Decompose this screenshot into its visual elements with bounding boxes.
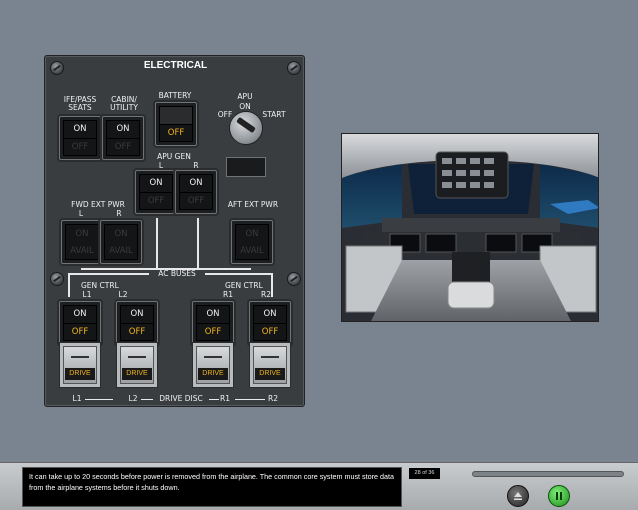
bus-line (156, 218, 158, 270)
cockpit-illustration (342, 134, 598, 321)
cabin-utility-label: CABIN/ UTILITY (110, 95, 138, 112)
guard-bar (261, 356, 279, 358)
apu-start-label: START (262, 110, 286, 119)
switch-off-label: OFF (187, 195, 205, 206)
switch-on-label: ON (114, 228, 128, 239)
guard-bar (128, 356, 146, 358)
drive-disc-r1-switch[interactable]: DRIVE (192, 342, 234, 388)
switch-off-label: OFF (114, 141, 132, 152)
apu-gen-r-label: R (193, 161, 199, 170)
switch-on-label: ON (197, 306, 229, 324)
switch-avail-label: AVAIL (240, 245, 264, 256)
switch-off-label: OFF (71, 141, 89, 152)
switch-on-label: ON (245, 228, 259, 239)
drive-label: DRIVE (198, 368, 228, 380)
pause-icon (556, 492, 562, 500)
fwd-ext-pwr-left-switch[interactable]: ON AVAIL (61, 220, 103, 264)
page-counter: 28 of 36 (409, 468, 440, 479)
eject-icon (514, 492, 522, 500)
apu-gen-right-switch[interactable]: ON OFF (175, 170, 217, 214)
knob-pointer-icon (236, 116, 256, 134)
apu-gen-l-label: L (158, 161, 164, 170)
battery-switch[interactable]: OFF (155, 102, 197, 146)
switch-off-label: OFF (204, 326, 222, 337)
eject-button[interactable] (507, 485, 529, 507)
switch-on-label: ON (121, 306, 153, 324)
switch-on-label: ON (180, 175, 212, 193)
panel-title: ELECTRICAL (143, 60, 208, 71)
cockpit-image (341, 133, 599, 322)
gen-ctrl-l1-label: L1 (82, 290, 92, 299)
gen-ctrl-left-label: GEN CTRL (81, 281, 119, 290)
switch-avail-label: AVAIL (70, 245, 94, 256)
screw-icon (287, 272, 301, 286)
cabin-utility-switch[interactable]: ON OFF (102, 116, 144, 160)
apu-gen-label: APU GEN (157, 152, 191, 161)
ac-buses-label: AC BUSES (149, 270, 205, 278)
drive-disc-line (85, 399, 113, 400)
switch-off-label: OFF (261, 326, 279, 337)
apu-on-label: ON (239, 102, 251, 111)
drive-disc-l1-label: L1 (72, 394, 82, 403)
gen-ctrl-r2-label: R2 (261, 290, 271, 299)
aft-ext-pwr-label: AFT EXT PWR (227, 200, 279, 209)
guard-bar (71, 356, 89, 358)
bus-line (68, 273, 70, 297)
apu-label: APU (237, 92, 253, 101)
switch-on-label: ON (64, 306, 96, 324)
drive-disc-line (141, 399, 153, 400)
drive-label: DRIVE (255, 368, 285, 380)
progress-track[interactable] (472, 471, 624, 477)
apu-selector-knob[interactable] (229, 111, 263, 145)
drive-disc-line (235, 399, 265, 400)
switch-off-label: OFF (147, 195, 165, 206)
ife-pass-seats-switch[interactable]: ON OFF (59, 116, 101, 160)
pause-button[interactable] (548, 485, 570, 507)
drive-disc-r2-switch[interactable]: DRIVE (249, 342, 291, 388)
screw-icon (50, 272, 64, 286)
aft-ext-pwr-switch[interactable]: ON AVAIL (231, 220, 273, 264)
gen-ctrl-r1-switch[interactable]: ON OFF (192, 301, 234, 345)
fwd-ext-pwr-right-switch[interactable]: ON AVAIL (100, 220, 142, 264)
gen-ctrl-r1-label: R1 (223, 290, 233, 299)
switch-on-label: ON (75, 228, 89, 239)
drive-disc-label: DRIVE DISC (159, 394, 203, 403)
drive-disc-r2-label: R2 (268, 394, 278, 403)
bus-line (197, 218, 199, 270)
switch-on-label: ON (140, 175, 172, 193)
switch-on-label: ON (64, 121, 96, 139)
switch-off-label: OFF (128, 326, 146, 337)
electrical-panel: ELECTRICAL IFE/PASS SEATS CABIN/ UTILITY… (44, 55, 305, 407)
caption-text: It can take up to 20 seconds before powe… (22, 467, 402, 507)
gen-ctrl-l1-switch[interactable]: ON OFF (59, 301, 101, 345)
fwd-ext-pwr-r-label: R (116, 209, 122, 218)
gen-ctrl-l2-label: L2 (118, 290, 128, 299)
drive-label: DRIVE (65, 368, 95, 380)
switch-avail-label: AVAIL (109, 245, 133, 256)
fwd-ext-pwr-label: FWD EXT PWR (71, 200, 125, 209)
drive-disc-l1-switch[interactable]: DRIVE (59, 342, 101, 388)
battery-switch-top (160, 107, 192, 125)
apu-gen-left-switch[interactable]: ON OFF (135, 170, 177, 214)
drive-disc-l2-label: L2 (128, 394, 138, 403)
battery-off-label: OFF (167, 127, 185, 138)
switch-on-label: ON (254, 306, 286, 324)
fwd-ext-pwr-l-label: L (78, 209, 84, 218)
apu-status-light (226, 157, 266, 177)
switch-off-label: OFF (71, 326, 89, 337)
gen-ctrl-l2-switch[interactable]: ON OFF (116, 301, 158, 345)
switch-on-label: ON (107, 121, 139, 139)
playback-bar: It can take up to 20 seconds before powe… (0, 462, 638, 510)
drive-disc-line (209, 399, 219, 400)
drive-disc-l2-switch[interactable]: DRIVE (116, 342, 158, 388)
battery-label: BATTERY (158, 91, 192, 100)
gen-ctrl-right-label: GEN CTRL (225, 281, 263, 290)
gen-ctrl-r2-switch[interactable]: ON OFF (249, 301, 291, 345)
drive-label: DRIVE (122, 368, 152, 380)
guard-bar (204, 356, 222, 358)
drive-disc-r1-label: R1 (220, 394, 230, 403)
ife-pass-seats-label: IFE/PASS SEATS (63, 95, 97, 112)
